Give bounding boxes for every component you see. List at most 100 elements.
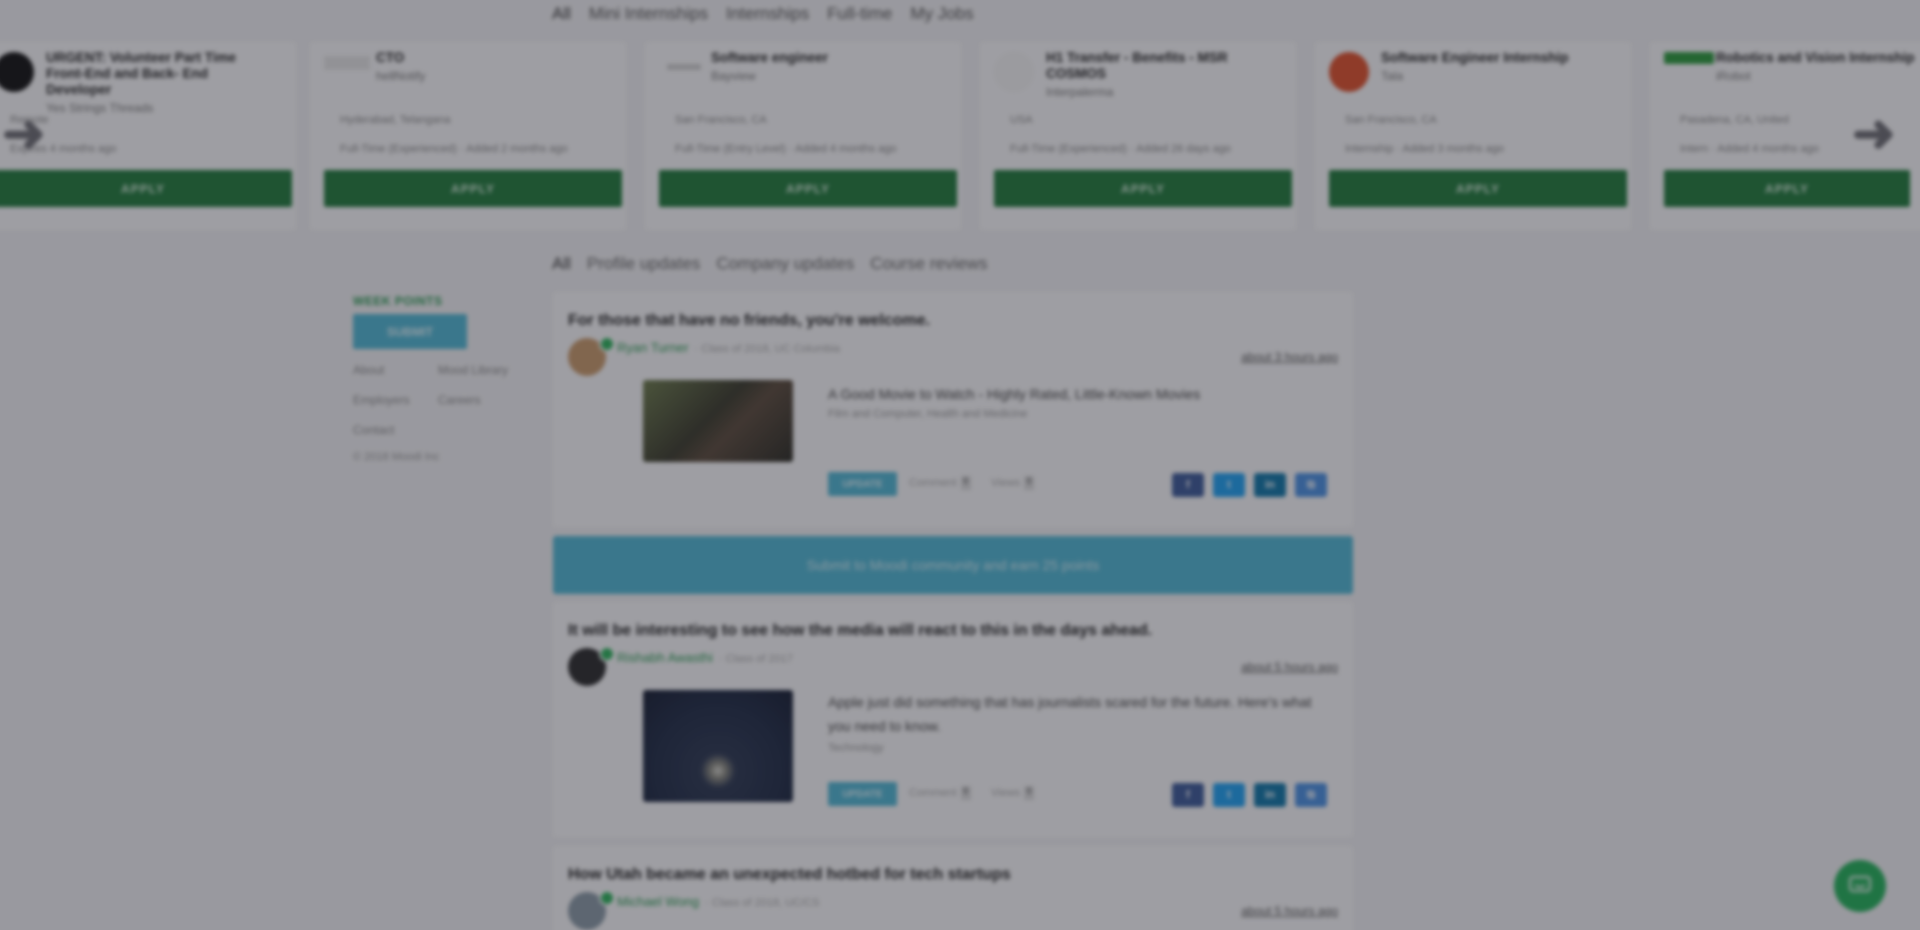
post-title[interactable]: How Utah became an unexpected hotbed for…	[568, 866, 1011, 884]
job-company: hellNotify	[376, 69, 426, 83]
link-careers[interactable]: Careers	[438, 393, 523, 407]
comment-stat[interactable]: Comment 0	[909, 786, 971, 800]
chat-icon	[1848, 875, 1872, 893]
job-title[interactable]: Software Engineer Internship Tala	[1381, 50, 1601, 84]
author-name[interactable]: Michael Wong	[617, 894, 699, 909]
feed-tab-all[interactable]: All	[552, 254, 571, 274]
company-logo	[667, 64, 701, 70]
facebook-share-icon[interactable]: f	[1172, 473, 1204, 497]
arrow-right-icon[interactable]: ➜	[1852, 104, 1896, 164]
views-stat: Views 0	[991, 476, 1035, 490]
job-location: Hyderabad, Telangana	[340, 114, 451, 126]
job-tab-internships[interactable]: Internships	[726, 4, 809, 24]
left-sidebar: WEEK POINTS SUBMIT About Mood Library Em…	[353, 294, 533, 463]
job-title[interactable]: CTO hellNotify	[376, 50, 596, 84]
job-location: San Francisco, CA	[675, 114, 767, 126]
feed-post: How Utah became an unexpected hotbed for…	[553, 846, 1353, 930]
post-title[interactable]: It will be interesting to see how the me…	[568, 622, 1152, 640]
job-company: iRobot	[1716, 69, 1751, 83]
sidebar-links: About Mood Library Employers Careers Con…	[353, 363, 533, 437]
apply-button[interactable]: APPLY	[0, 170, 292, 207]
job-card[interactable]: CTO hellNotify Hyderabad, Telangana Full-…	[310, 42, 626, 230]
feed-tab-profile-updates[interactable]: Profile updates	[587, 254, 700, 274]
link-employers[interactable]: Employers	[353, 393, 438, 407]
job-company: Tala	[1381, 69, 1404, 83]
job-title[interactable]: H1 Transfer - Benefits - MSR COSMOS Inter…	[1046, 50, 1266, 100]
author-meta: · Class of 2018, UC Columbia	[694, 343, 841, 355]
company-logo	[1664, 52, 1714, 64]
company-logo	[0, 52, 34, 92]
twitter-share-icon[interactable]: t	[1213, 473, 1245, 497]
update-button[interactable]: UPDATE	[828, 782, 897, 806]
copy-link-icon[interactable]: ⧉	[1295, 783, 1327, 807]
feed-post: For those that have no friends, you're w…	[553, 292, 1353, 527]
article-category: Film and Computer, Health and Medicine	[828, 408, 1028, 420]
apply-button[interactable]: APPLY	[324, 170, 622, 207]
job-tab-my-jobs[interactable]: My Jobs	[910, 4, 973, 24]
article-title[interactable]: A Good Movie to Watch - Highly Rated, Li…	[828, 382, 1328, 406]
company-logo	[1329, 52, 1369, 92]
feed-tab-company-updates[interactable]: Company updates	[716, 254, 854, 274]
post-time[interactable]: about 5 hours ago	[1241, 660, 1338, 674]
link-contact[interactable]: Contact	[353, 423, 438, 437]
points-label: WEEK POINTS	[353, 294, 443, 308]
job-tabs: All Mini Internships Internships Full-ti…	[552, 4, 974, 24]
verified-badge-icon	[599, 890, 615, 906]
views-count: 0	[1024, 476, 1035, 490]
chat-button[interactable]	[1834, 860, 1886, 912]
comment-count: 0	[960, 786, 971, 800]
job-title[interactable]: URGENT: Volunteer Part Time Front-End an…	[46, 50, 266, 116]
twitter-share-icon[interactable]: t	[1213, 783, 1245, 807]
facebook-share-icon[interactable]: f	[1172, 783, 1204, 807]
apply-button[interactable]: APPLY	[1329, 170, 1627, 207]
job-company: Interpalerma	[1046, 85, 1114, 99]
apply-button[interactable]: APPLY	[1664, 170, 1910, 207]
job-location: San Francisco, CA	[1345, 114, 1437, 126]
link-about[interactable]: About	[353, 363, 438, 377]
article-thumbnail[interactable]	[643, 690, 793, 802]
job-tab-all[interactable]: All	[552, 4, 571, 24]
comment-count: 0	[960, 476, 971, 490]
job-carousel: URGENT: Volunteer Part Time Front-End an…	[0, 42, 1920, 232]
job-tab-full-time[interactable]: Full-time	[827, 4, 892, 24]
job-card[interactable]: Software Engineer Internship Tala San Fra…	[1315, 42, 1631, 230]
author-line: Michael Wong · Class of 2018, UC/CS	[617, 894, 819, 909]
company-logo	[324, 56, 370, 70]
apply-button[interactable]: APPLY	[659, 170, 957, 207]
copy-link-icon[interactable]: ⧉	[1295, 473, 1327, 497]
apply-button[interactable]: APPLY	[994, 170, 1292, 207]
author-name[interactable]: Ryan Turner	[617, 340, 689, 355]
job-card[interactable]: H1 Transfer - Benefits - MSR COSMOS Inter…	[980, 42, 1296, 230]
linkedin-share-icon[interactable]: in	[1254, 783, 1286, 807]
arrow-left-icon[interactable]: ➜	[2, 104, 46, 164]
verified-badge-icon	[599, 336, 615, 352]
link-mood-library[interactable]: Mood Library	[438, 363, 523, 377]
author-line: Ryan Turner · Class of 2018, UC Columbia	[617, 340, 840, 355]
linkedin-share-icon[interactable]: in	[1254, 473, 1286, 497]
author-line: Rishabh Awasthi · Class of 2017	[617, 650, 793, 665]
company-logo	[994, 52, 1034, 92]
post-time[interactable]: about 5 hours ago	[1241, 904, 1338, 918]
update-button[interactable]: UPDATE	[828, 472, 897, 496]
earn-points-banner[interactable]: Submit to Moodi community and earn 25 po…	[553, 536, 1353, 594]
job-tab-mini-internships[interactable]: Mini Internships	[589, 4, 708, 24]
job-location: Pasadena, CA, United	[1680, 114, 1789, 126]
feed-tab-course-reviews[interactable]: Course reviews	[870, 254, 987, 274]
comment-stat[interactable]: Comment 0	[909, 476, 971, 490]
job-title[interactable]: Software engineer Bayview	[711, 50, 931, 84]
post-time[interactable]: about 3 hours ago	[1241, 350, 1338, 364]
job-title[interactable]: Robotics and Vision Internship iRobot	[1716, 50, 1920, 84]
author-name[interactable]: Rishabh Awasthi	[617, 650, 713, 665]
feed-tabs: All Profile updates Company updates Cour…	[552, 254, 987, 274]
article-category: Technology	[828, 742, 884, 754]
views-count: 0	[1024, 786, 1035, 800]
job-card[interactable]: Software engineer Bayview San Francisco, …	[645, 42, 961, 230]
views-stat: Views 0	[991, 786, 1035, 800]
article-thumbnail[interactable]	[643, 380, 793, 462]
submit-button[interactable]: SUBMIT	[353, 314, 467, 349]
job-company: Yes Strings Threads	[46, 101, 154, 115]
post-title[interactable]: For those that have no friends, you're w…	[568, 312, 930, 330]
feed-post: It will be interesting to see how the me…	[553, 602, 1353, 837]
article-title[interactable]: Apple just did something that has journa…	[828, 690, 1328, 738]
page-root: All Mini Internships Internships Full-ti…	[0, 0, 1920, 930]
